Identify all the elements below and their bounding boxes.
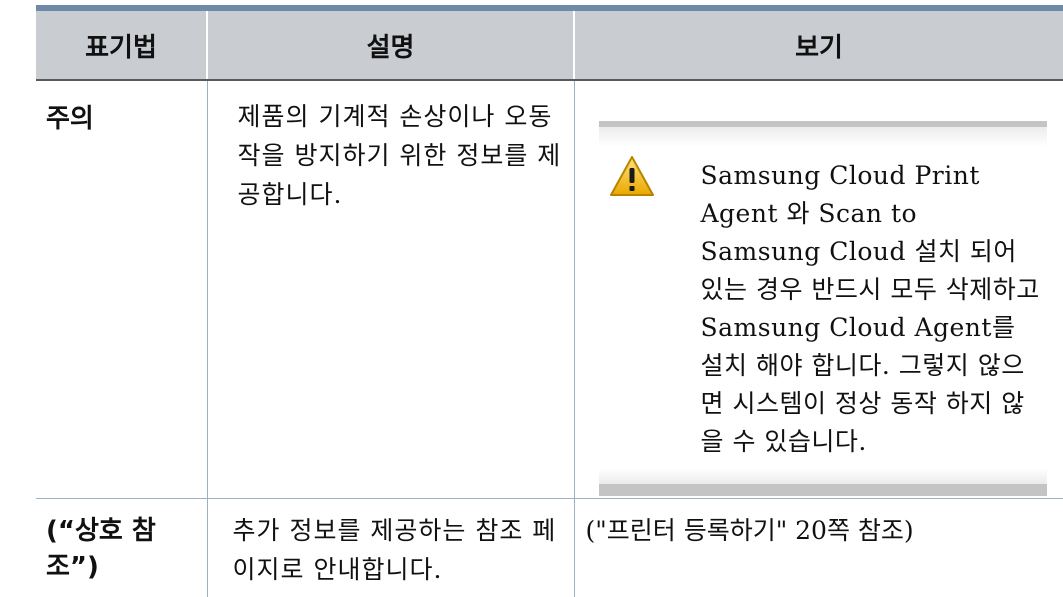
cross-reference-example: ("프린터 등록하기" 20쪽 참조) <box>585 515 914 545</box>
caution-box: Samsung Cloud Print Agent 와 Scan to Sams… <box>598 121 1047 496</box>
header-row: 표기법 설명 보기 <box>36 5 1063 81</box>
example-cell: Samsung Cloud Print Agent 와 Scan to Sams… <box>574 80 1063 499</box>
header-notation: 표기법 <box>36 5 207 81</box>
table-row: 주의 제품의 기계적 손상이나 오동작을 방지하기 위한 정보를 제공합니다. <box>36 80 1063 499</box>
header-example: 보기 <box>573 5 1063 81</box>
table-header: 표기법 설명 보기 <box>36 5 1063 81</box>
description-cell: 추가 정보를 제공하는 참조 페이지로 안내합니다. <box>206 498 575 597</box>
term-cell: (“상호 참조”) <box>36 498 207 597</box>
notation-table: 표기법 설명 보기 주의 제품의 기계적 손상이나 오동작을 방지하기 위한 정… <box>36 5 1063 597</box>
example-cell: ("프린터 등록하기" 20쪽 참조) <box>574 498 1063 597</box>
description-cell: 제품의 기계적 손상이나 오동작을 방지하기 위한 정보를 제공합니다. <box>206 80 575 499</box>
term-cross-reference: (“상호 참조”) <box>46 515 156 582</box>
table-body: 주의 제품의 기계적 손상이나 오동작을 방지하기 위한 정보를 제공합니다. <box>36 80 1063 597</box>
manual-page: 표기법 설명 보기 주의 제품의 기계적 손상이나 오동작을 방지하기 위한 정… <box>0 0 1063 597</box>
description-caution: 제품의 기계적 손상이나 오동작을 방지하기 위한 정보를 제공합니다. <box>237 102 562 209</box>
term-caution: 주의 <box>46 104 94 134</box>
warning-triangle-icon <box>609 156 654 196</box>
header-description: 설명 <box>206 5 574 81</box>
caution-text: Samsung Cloud Print Agent 와 Scan to Sams… <box>700 161 1040 456</box>
table-row: (“상호 참조”) 추가 정보를 제공하는 참조 페이지로 안내합니다. ("프… <box>36 498 1063 597</box>
term-cell: 주의 <box>36 80 207 499</box>
description-cross-reference: 추가 정보를 제공하는 참조 페이지로 안내합니다. <box>232 515 557 584</box>
